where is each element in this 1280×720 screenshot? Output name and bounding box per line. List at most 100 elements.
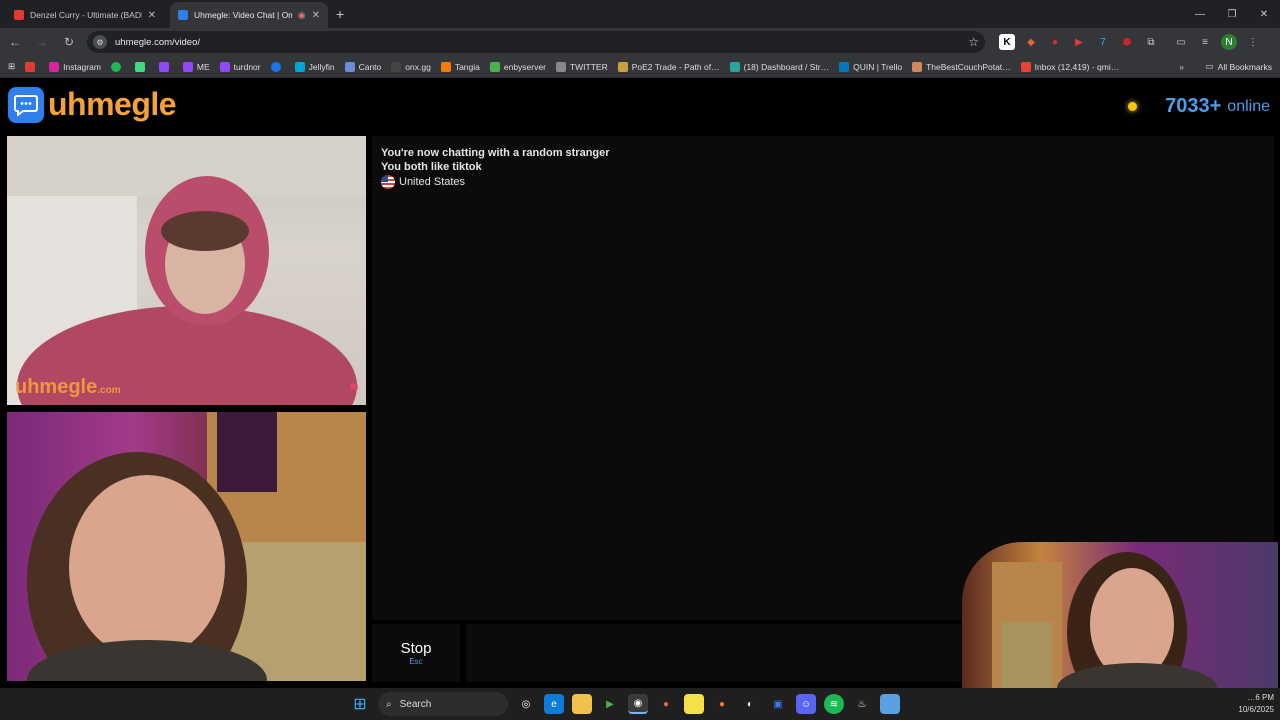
- close-window-icon[interactable]: ✕: [1248, 0, 1280, 28]
- tab-uhmegle[interactable]: Uhmegle: Video Chat | Om… ◉ ✕: [170, 2, 328, 28]
- logo-text: uhmegle: [48, 86, 177, 122]
- bookmarks-bar: ⊞ Instagram ME turdnor Jellyfin Canto on…: [0, 56, 1280, 78]
- system-clock[interactable]: …6 PM 10/6/2025: [1238, 692, 1274, 716]
- self-video-frame: [27, 412, 366, 681]
- report-flag-icon[interactable]: ⚑: [347, 380, 360, 397]
- discord-icon[interactable]: ☺: [796, 694, 816, 714]
- bookmark-item[interactable]: [110, 61, 125, 72]
- stop-button[interactable]: Stop Esc: [372, 624, 460, 682]
- site-logo[interactable]: uhmegle: [8, 86, 177, 123]
- bookmark-item[interactable]: TheBestCouchPotat…: [912, 61, 1011, 72]
- more-bookmarks-icon[interactable]: »: [1179, 62, 1184, 72]
- spotify-icon[interactable]: ≋: [824, 694, 844, 714]
- bookmark-item[interactable]: Canto: [344, 61, 381, 72]
- uhmegle-icon: [178, 10, 188, 20]
- minimize-icon[interactable]: —: [1184, 0, 1216, 28]
- bookmark-item[interactable]: (18) Dashboard / Str…: [729, 61, 829, 72]
- address-bar[interactable]: ⚙ uhmegle.com/video/ ☆: [87, 31, 985, 53]
- bookmark-item[interactable]: turdnor: [219, 61, 261, 72]
- extension-ublock-icon[interactable]: ⬢: [1119, 34, 1135, 50]
- tab-title: Uhmegle: Video Chat | Om…: [194, 10, 292, 20]
- bookmark-item[interactable]: Inbox (12,419) - qmi…: [1020, 61, 1119, 72]
- media-controls-icon[interactable]: ≡: [1197, 34, 1213, 50]
- bookmark-item[interactable]: onx.gg: [391, 61, 431, 72]
- extension-red-icon[interactable]: ●: [1047, 34, 1063, 50]
- facebook-icon: [270, 61, 281, 72]
- stop-label: Stop: [400, 640, 432, 657]
- bookmark-item[interactable]: QUIN | Trello: [839, 61, 902, 72]
- bookmark-item[interactable]: [134, 61, 149, 72]
- cast-icon[interactable]: ▭: [1173, 34, 1189, 50]
- youtube-icon: [14, 10, 24, 20]
- onx-icon: [391, 61, 402, 72]
- bookmark-item[interactable]: Tangia: [440, 61, 480, 72]
- window-controls: — ❐ ✕: [1184, 0, 1280, 28]
- extension-7tv-icon[interactable]: 7: [1095, 34, 1111, 50]
- restore-icon[interactable]: ❐: [1216, 0, 1248, 28]
- windows-start-icon[interactable]: ⊞: [350, 694, 370, 714]
- tab-youtube[interactable]: Denzel Curry - Ultimate (BADB… ✕: [6, 2, 164, 28]
- message-input[interactable]: [466, 624, 962, 682]
- poe-icon: [617, 61, 628, 72]
- recording-icon: ◉: [297, 9, 306, 20]
- bookmark-item[interactable]: ME: [182, 61, 210, 72]
- steam-icon[interactable]: ♨: [852, 694, 872, 714]
- bookmark-item[interactable]: Jellyfin: [294, 61, 335, 72]
- bookmark-item[interactable]: Instagram: [49, 61, 101, 72]
- terminal-icon[interactable]: ▶: [600, 694, 620, 714]
- reload-icon[interactable]: ↻: [57, 35, 81, 49]
- bookmark-item[interactable]: TWITTER: [555, 61, 608, 72]
- stranger-video: uhmegle.com ⚑: [7, 136, 366, 405]
- gmail-icon: [1020, 61, 1031, 72]
- uhmegle-watermark: uhmegle.com: [15, 376, 121, 398]
- extensions-area: K ◆ ● ▶ 7 ⬢ ⧉ ▭ ≡ N ⋮: [999, 34, 1261, 50]
- online-label: online: [1227, 97, 1270, 115]
- edge-icon[interactable]: e: [544, 694, 564, 714]
- extension-fox-icon[interactable]: ◆: [1023, 34, 1039, 50]
- enbyserver-icon: [489, 61, 500, 72]
- taskbar-search[interactable]: ⌕ Search: [378, 692, 508, 716]
- bookmark-item[interactable]: enbyserver: [489, 61, 546, 72]
- extension-youtube-icon[interactable]: ▶: [1071, 34, 1087, 50]
- tab-strip: Denzel Curry - Ultimate (BADB… ✕ Uhmegle…: [0, 0, 1280, 28]
- tangia-icon: [440, 61, 451, 72]
- apps-grid-icon[interactable]: ⊞: [8, 61, 15, 72]
- stop-shortcut: Esc: [409, 657, 423, 666]
- twitch-icon: [219, 61, 230, 72]
- close-icon[interactable]: ✕: [312, 10, 320, 21]
- bookmark-item[interactable]: [25, 61, 39, 72]
- pip-video-frame: [992, 552, 1217, 688]
- profile-avatar-icon[interactable]: N: [1221, 34, 1237, 50]
- close-icon[interactable]: ✕: [148, 10, 156, 21]
- firefox-icon[interactable]: ●: [712, 694, 732, 714]
- bookmark-star-icon[interactable]: ☆: [968, 35, 979, 49]
- youtube-icon: [25, 61, 36, 72]
- app-blue-icon[interactable]: ▣: [768, 694, 788, 714]
- chrome-icon[interactable]: ◉: [628, 694, 648, 714]
- chat-system-message: You're now chatting with a random strang…: [381, 147, 610, 159]
- obs-icon[interactable]: ◐: [740, 694, 760, 714]
- site-info-icon[interactable]: ⚙: [93, 35, 107, 49]
- task-view-icon[interactable]: ◎: [516, 694, 536, 714]
- extensions-puzzle-icon[interactable]: ⧉: [1143, 34, 1159, 50]
- windows-taskbar: ⊞ ⌕ Search ◎ e ▶ ◉ ● ● ◐ ▣ ☺ ≋ ♨ …6 PM 1…: [0, 688, 1280, 720]
- extension-k-icon[interactable]: K: [999, 34, 1015, 50]
- country-name: United States: [399, 176, 466, 188]
- file-explorer-icon[interactable]: [572, 694, 592, 714]
- bookmark-item[interactable]: [158, 61, 173, 72]
- app-red-icon[interactable]: ●: [656, 694, 676, 714]
- sticky-notes-icon[interactable]: [684, 694, 704, 714]
- instagram-icon: [49, 61, 60, 72]
- controls-bar: Stop Esc: [372, 624, 962, 684]
- new-tab-button[interactable]: +: [336, 6, 344, 22]
- bookmark-item[interactable]: PoE2 Trade - Path of…: [617, 61, 720, 72]
- menu-kebab-icon[interactable]: ⋮: [1245, 34, 1261, 50]
- search-label: Search: [399, 698, 432, 710]
- notepad-icon[interactable]: [880, 694, 900, 714]
- bookmark-item[interactable]: [270, 61, 285, 72]
- all-bookmarks-button[interactable]: ▭ All Bookmarks: [1206, 61, 1272, 72]
- clock-time: …6 PM: [1247, 693, 1274, 702]
- back-icon[interactable]: ←: [3, 35, 27, 49]
- forward-icon[interactable]: →: [30, 35, 54, 49]
- x-icon: [555, 61, 566, 72]
